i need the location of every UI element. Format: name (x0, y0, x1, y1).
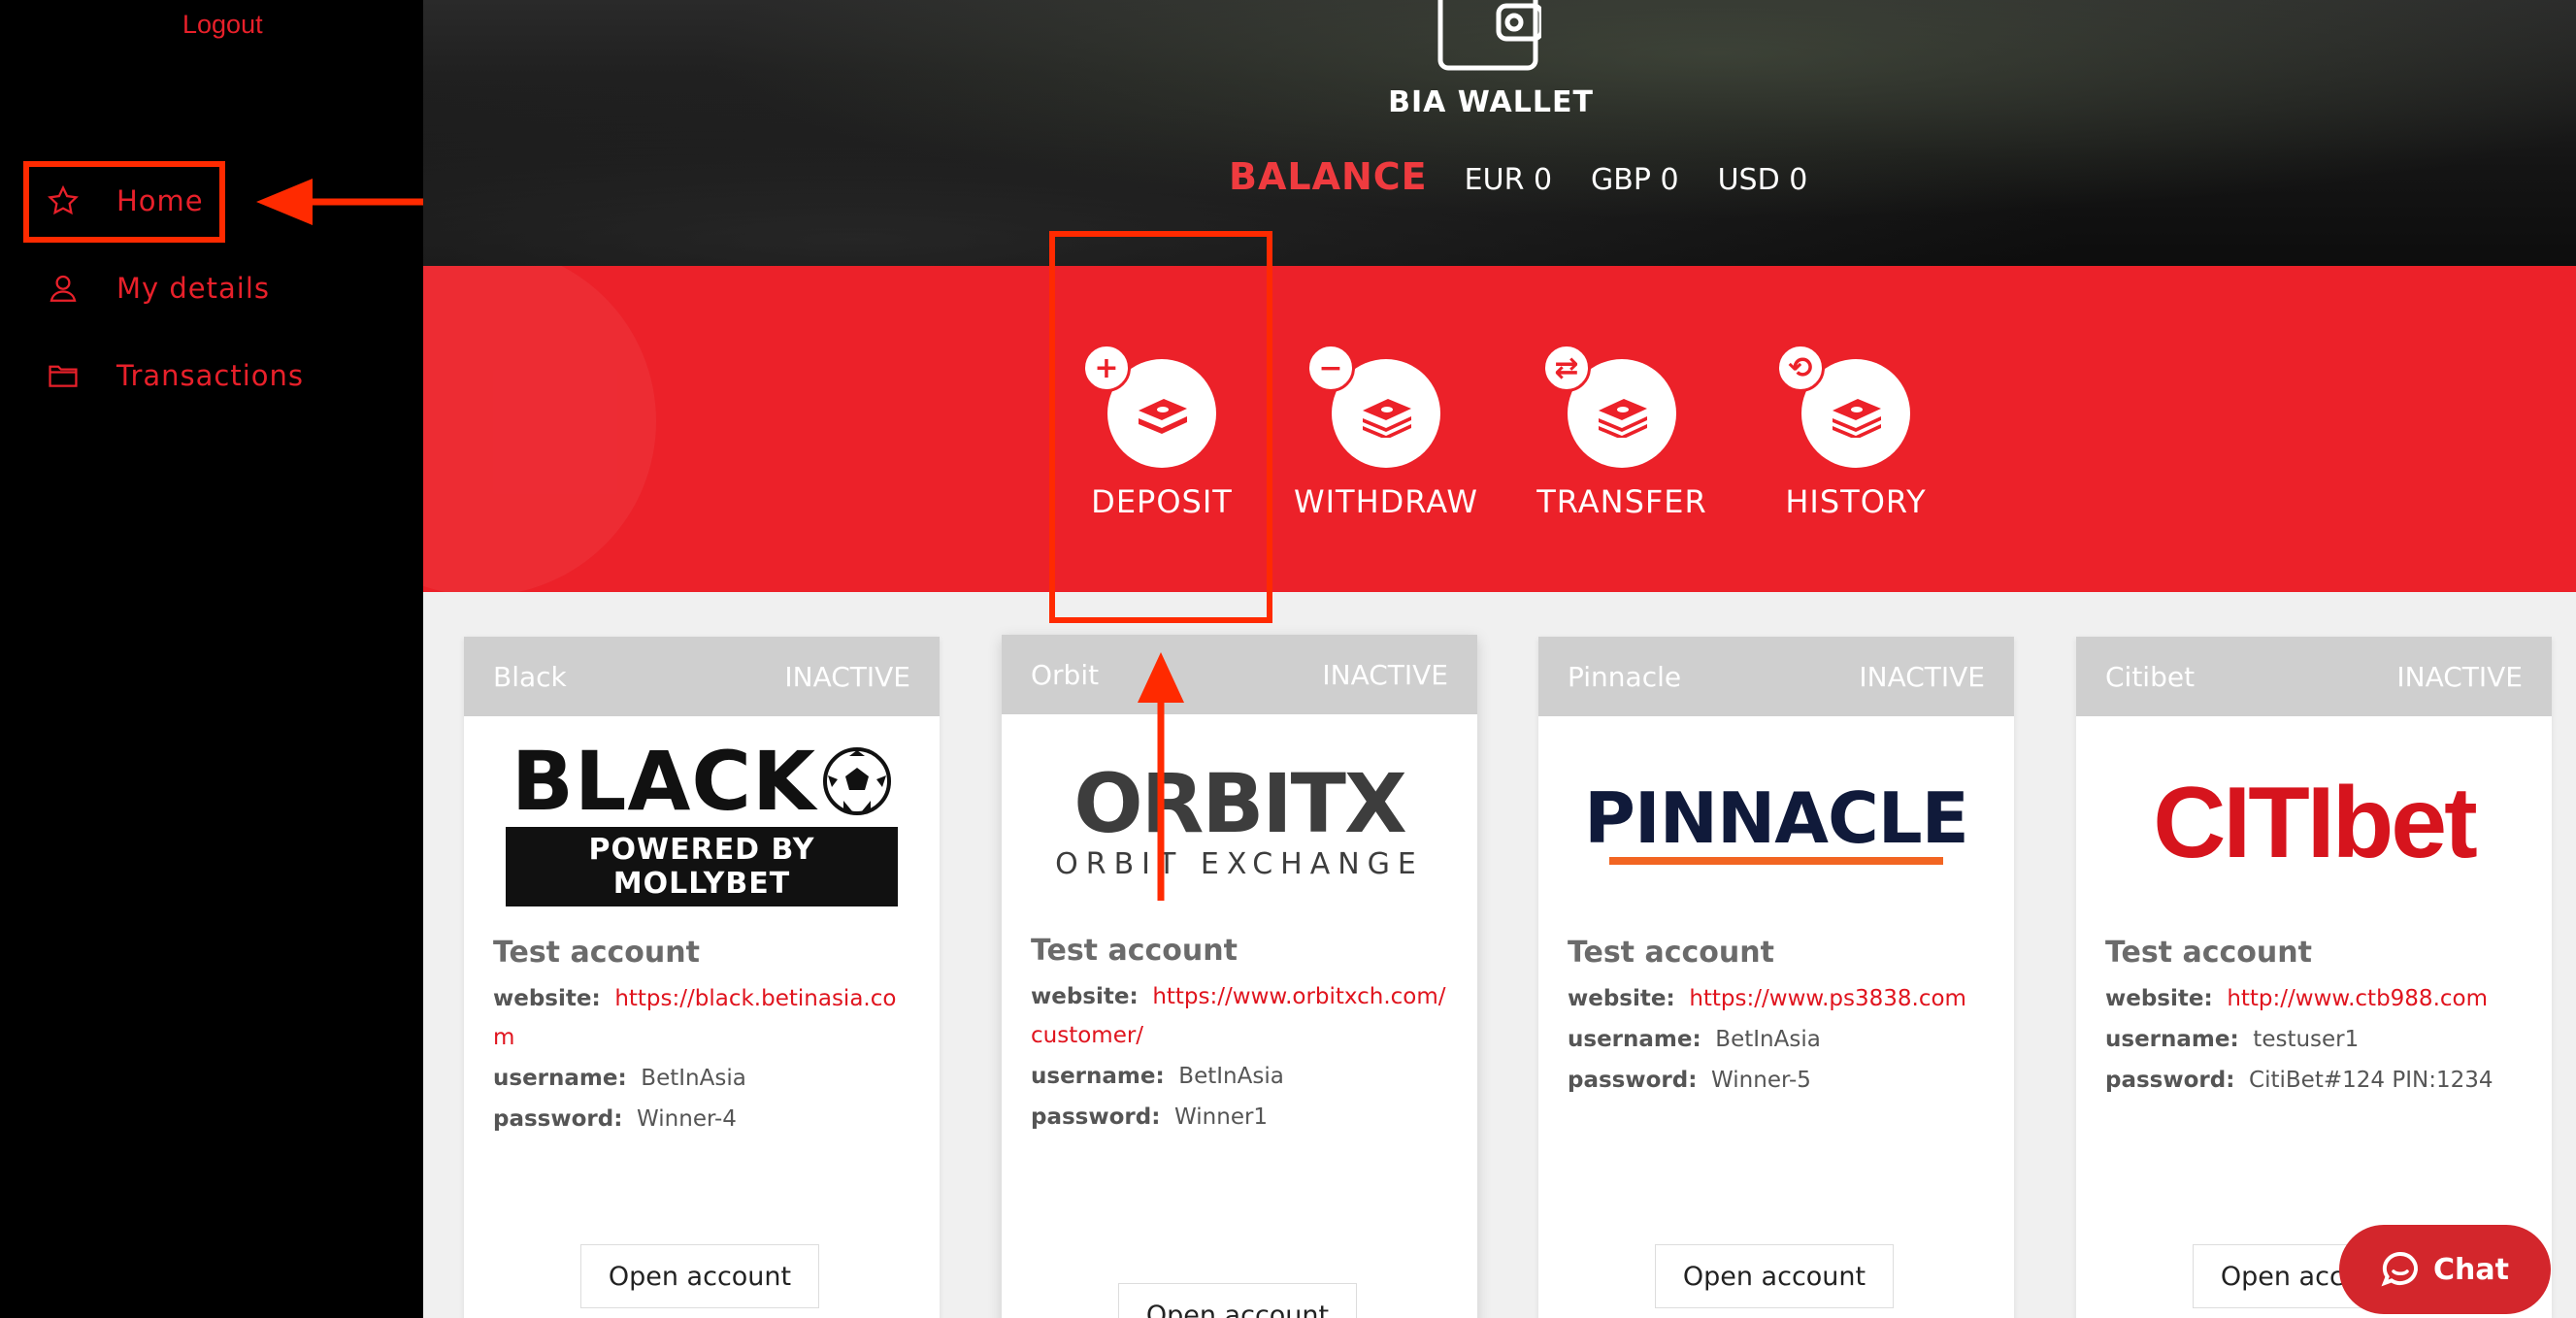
withdraw-label: WITHDRAW (1293, 483, 1479, 520)
withdraw-button[interactable]: − WITHDRAW (1271, 266, 1504, 592)
logo-text: ORBITX (1073, 755, 1406, 851)
logo-text: CITIbet (2153, 766, 2477, 879)
home-highlight-box (23, 161, 225, 243)
open-account-button[interactable]: Open account (580, 1244, 819, 1308)
website-row: website: https://www.orbitxch.com/custom… (1031, 977, 1448, 1055)
website-row: website: http://www.ctb988.com (2105, 979, 2523, 1018)
balance-usd: USD 0 (1717, 163, 1808, 197)
card-header: Black INACTIVE (464, 637, 940, 716)
username-row: username: BetInAsia (1031, 1057, 1448, 1096)
sidebar-item-transactions[interactable]: Transactions (47, 359, 304, 392)
username-label: username: (1031, 1064, 1165, 1089)
username-row: username: BetInAsia (493, 1059, 910, 1098)
website-label: website: (1031, 984, 1139, 1009)
username-value: BetInAsia (1715, 1027, 1821, 1052)
password-row: password: CitiBet#124 PIN:1234 (2105, 1061, 2523, 1100)
card-name: Citibet (2105, 660, 2196, 693)
pinnacle-logo: PINNACLE (1538, 736, 2014, 910)
transfer-button[interactable]: ⇄ TRANSFER (1507, 266, 1740, 592)
password-value: Winner1 (1174, 1104, 1269, 1130)
password-label: password: (1031, 1104, 1161, 1130)
balance-eur: EUR 0 (1464, 163, 1553, 197)
deposit-highlight-box (1049, 231, 1272, 623)
website-row: website: https://black.betinasia.com (493, 979, 910, 1057)
wallet-icon (1437, 0, 1541, 71)
password-value: Winner-5 (1711, 1068, 1811, 1093)
username-value: testuser1 (2253, 1027, 2360, 1052)
status-badge: INACTIVE (784, 660, 910, 693)
website-row: website: https://www.ps3838.com (1568, 979, 1985, 1018)
website-label: website: (1568, 986, 1675, 1011)
password-row: password: Winner-4 (493, 1100, 910, 1138)
password-row: password: Winner-5 (1568, 1061, 1985, 1100)
status-badge: INACTIVE (2396, 660, 2523, 693)
password-label: password: (2105, 1068, 2235, 1093)
username-label: username: (2105, 1027, 2239, 1052)
orbitx-logo: ORBITX ORBIT EXCHANGE (1002, 734, 1477, 908)
card-name: Pinnacle (1568, 660, 1682, 693)
password-value: CitiBet#124 PIN:1234 (2249, 1068, 2493, 1093)
logo-subtitle: ORBIT EXCHANGE (1055, 846, 1424, 881)
sidebar-item-label: My details (116, 272, 271, 305)
logo-subtitle: POWERED BY MOLLYBET (506, 827, 898, 906)
logout-link[interactable]: Logout (182, 10, 263, 40)
minus-icon: − (1306, 344, 1355, 392)
password-label: password: (1568, 1068, 1698, 1093)
username-label: username: (493, 1066, 627, 1091)
deposit-action[interactable] (423, 266, 656, 592)
arrow-up-icon (1138, 652, 1184, 901)
username-value: BetInAsia (1178, 1064, 1284, 1089)
transfer-arrows-icon: ⇄ (1542, 344, 1591, 392)
user-icon (50, 275, 77, 302)
status-badge: INACTIVE (1322, 658, 1448, 691)
history-label: HISTORY (1785, 483, 1927, 520)
password-label: password: (493, 1106, 623, 1132)
chat-button[interactable]: Chat (2339, 1225, 2551, 1314)
username-label: username: (1568, 1027, 1701, 1052)
chat-label: Chat (2433, 1252, 2509, 1287)
balance-row: BALANCE EUR 0 GBP 0 USD 0 (1229, 155, 1846, 198)
folder-icon (49, 365, 78, 387)
account-card-pinnacle: Pinnacle INACTIVE PINNACLE Test account … (1538, 637, 2014, 1318)
card-header: Orbit INACTIVE (1002, 635, 1477, 714)
history-clock-icon: ⟲ (1776, 344, 1825, 392)
wallet-header: BIA WALLET BALANCE EUR 0 GBP 0 USD 0 (423, 0, 2576, 266)
open-account-button[interactable]: Open account (1118, 1283, 1357, 1318)
website-label: website: (2105, 986, 2213, 1011)
sidebar-item-my-details[interactable]: My details (47, 272, 270, 305)
account-card-black: Black INACTIVE BLACK POWERED BY MOLLYBET… (464, 637, 940, 1318)
wallet-title: BIA WALLET (1388, 85, 1594, 119)
account-card-orbit: Orbit INACTIVE ORBITX ORBIT EXCHANGE Tes… (1002, 635, 1477, 1318)
citibet-logo: CITIbet (2076, 736, 2552, 910)
password-row: password: Winner1 (1031, 1098, 1448, 1137)
card-title: Test account (1568, 936, 1774, 970)
card-header: Citibet INACTIVE (2076, 637, 2552, 716)
history-button[interactable]: ⟲ HISTORY (1741, 266, 1974, 592)
sidebar-item-label: Transactions (116, 359, 305, 392)
website-link[interactable]: https://www.ps3838.com (1689, 986, 1966, 1011)
card-name: Black (493, 660, 567, 693)
transfer-label: TRANSFER (1536, 483, 1707, 520)
username-value: BetInAsia (641, 1066, 746, 1091)
card-title: Test account (2105, 936, 2312, 970)
card-title: Test account (493, 936, 700, 970)
chat-bubble-icon (2381, 1251, 2418, 1287)
status-badge: INACTIVE (1859, 660, 1985, 693)
password-value: Winner-4 (637, 1106, 737, 1132)
username-row: username: BetInAsia (1568, 1020, 1985, 1059)
account-card-citibet: Citibet INACTIVE CITIbet Test account we… (2076, 637, 2552, 1318)
football-icon (823, 747, 892, 815)
card-header: Pinnacle INACTIVE (1538, 637, 2014, 716)
open-account-button[interactable]: Open account (1655, 1244, 1894, 1308)
website-link[interactable]: http://www.ctb988.com (2227, 986, 2488, 1011)
card-title: Test account (1031, 934, 1238, 968)
username-row: username: testuser1 (2105, 1020, 2523, 1059)
logo-text: BLACK (511, 734, 817, 829)
logo-text: PINNACLE (1584, 777, 1969, 859)
card-name: Orbit (1031, 658, 1100, 691)
black-logo: BLACK POWERED BY MOLLYBET (464, 736, 940, 910)
balance-label: BALANCE (1229, 155, 1428, 198)
website-label: website: (493, 986, 601, 1011)
balance-gbp: GBP 0 (1591, 163, 1679, 197)
